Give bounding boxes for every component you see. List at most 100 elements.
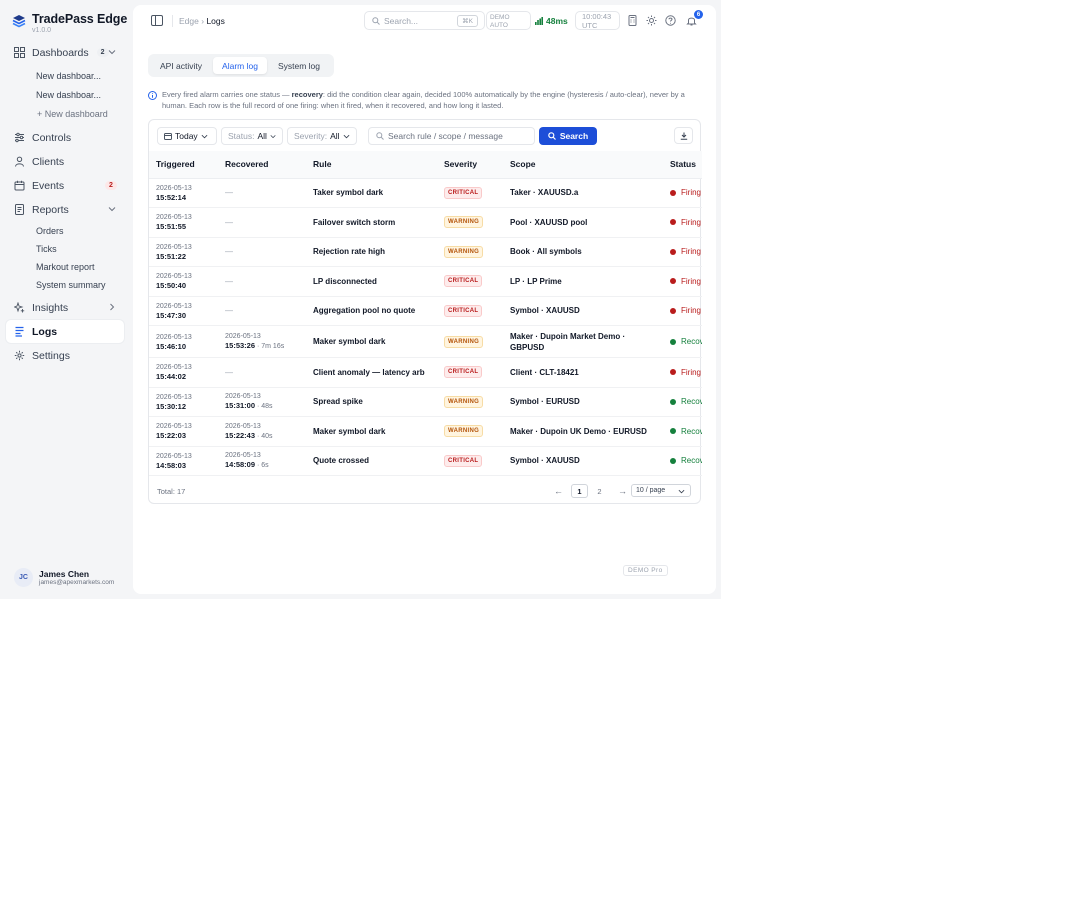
triggered-time: 15:52:14: [156, 192, 187, 202]
table-row[interactable]: 2026-05-13 15:47:30 — Aggregation pool no q…: [149, 296, 702, 326]
column-header[interactable]: Severity: [437, 151, 503, 179]
date-range-select[interactable]: Today: [157, 127, 217, 145]
triggered-date: 2026-05-13: [156, 364, 192, 372]
status-cell: Firing: [670, 247, 702, 256]
column-header[interactable]: Scope: [503, 151, 663, 179]
triggered-date: 2026-05-13: [156, 452, 192, 460]
triggered-time: 15:51:55: [156, 222, 187, 232]
dashboard-link[interactable]: New dashboar...: [36, 85, 124, 104]
triggered-time: 14:58:03: [156, 460, 187, 470]
recovered-cell: 2026-05-13 15:53:26 · 7m 16s: [225, 332, 306, 351]
mode-line-2: AUTO: [490, 21, 508, 29]
scope-text: Symbol · XAUUSD: [510, 456, 580, 466]
sidebar-item-reports[interactable]: Reports: [6, 198, 124, 221]
table-row[interactable]: 2026-05-13 15:51:55 — Failover switch storm…: [149, 207, 702, 238]
sidebar-item-insights[interactable]: Insights: [6, 296, 124, 319]
sidebar-item-logs[interactable]: Logs: [6, 320, 124, 343]
triggered-time: 15:44:02: [156, 372, 187, 382]
severity-filter-select[interactable]: Severity: All: [287, 127, 357, 145]
status-dot: [670, 307, 676, 314]
table-row[interactable]: 2026-05-13 15:52:14 — Taker symbol dark CRIT…: [149, 178, 702, 208]
report-link-ticks[interactable]: Ticks: [36, 240, 124, 258]
sun-icon[interactable]: [646, 15, 657, 26]
column-header[interactable]: Rule: [306, 151, 437, 179]
dashboard-link[interactable]: New dashboar...: [36, 66, 124, 85]
table-row[interactable]: 2026-05-13 15:44:02 — Client anomaly — late…: [149, 357, 702, 388]
global-search-input[interactable]: Search... ⌘K: [364, 11, 485, 30]
status-dot: [670, 457, 676, 464]
triggered-date: 2026-05-13: [156, 243, 192, 251]
tab-system-log[interactable]: System log: [269, 57, 329, 74]
calendar-icon: [164, 133, 172, 140]
triggered-time: 15:50:40: [156, 281, 187, 291]
log-search-input[interactable]: Search rule / scope / message: [368, 127, 535, 145]
recovered-time: 15:53:26: [225, 341, 256, 350]
status-cell: Firing: [670, 188, 702, 197]
recovered-date: 2026-05-13: [225, 393, 261, 401]
triggered-time: 15:22:03: [156, 431, 187, 441]
sidebar-item-settings[interactable]: Settings: [6, 344, 124, 367]
status-text: Recovered: [681, 456, 702, 466]
help-icon[interactable]: [665, 15, 676, 26]
sidebar-toggle-icon[interactable]: [151, 15, 163, 26]
column-header[interactable]: Triggered: [149, 151, 218, 179]
sidebar-item-events[interactable]: Events 2: [6, 174, 124, 197]
recovered-cell: 2026-05-13 15:31:00 · 48s: [225, 392, 306, 411]
rule-name: Client anomaly — latency arb: [313, 367, 425, 377]
recovered-time: 15:31:00: [225, 401, 256, 411]
table-row[interactable]: 2026-05-13 15:22:03 2026-05-13 15:22:43 · 4…: [149, 416, 702, 447]
next-page-button[interactable]: →: [618, 486, 627, 496]
sliders-icon: [15, 132, 24, 143]
recovered-empty: —: [225, 217, 233, 227]
recovered-duration: · 7m 16s: [255, 343, 285, 350]
user-profile[interactable]: JC James Chen james@apexmarkets.com: [14, 568, 114, 587]
prev-page-button[interactable]: ←: [554, 486, 563, 496]
page-1-button[interactable]: 1: [571, 484, 588, 498]
list-icon: [15, 326, 24, 337]
sidebar-item-controls[interactable]: Controls: [6, 126, 124, 149]
sidebar-item-clients[interactable]: Clients: [6, 150, 124, 173]
status-filter-select[interactable]: Status: All: [221, 127, 283, 145]
new-dashboard-link[interactable]: + New dashboard: [36, 104, 124, 123]
column-header[interactable]: Recovered: [218, 151, 306, 179]
recovered-duration: · 40s: [255, 432, 273, 440]
table-row[interactable]: 2026-05-13 15:50:40 — LP disconnected CRITIC…: [149, 266, 702, 297]
chevron-down-icon: [678, 489, 685, 494]
status-cell: Firing: [670, 277, 702, 286]
report-link-orders[interactable]: Orders: [36, 222, 124, 240]
status-cell: Firing: [670, 218, 702, 227]
events-count-badge: 2: [105, 181, 117, 190]
calculator-icon[interactable]: [627, 15, 638, 26]
status-dot: [670, 189, 676, 196]
tab-alarm-log[interactable]: Alarm log: [213, 57, 267, 74]
severity-badge: WARNING: [444, 216, 484, 229]
breadcrumb-parent[interactable]: Edge: [179, 16, 199, 26]
triggered-date: 2026-05-13: [156, 184, 192, 192]
search-button-label: Search: [559, 131, 589, 141]
column-header[interactable]: Status: [663, 151, 702, 179]
page-size-select[interactable]: 10 / page: [631, 484, 691, 497]
status-dot: [670, 369, 676, 376]
sidebar-item-dashboards[interactable]: Dashboards 2: [6, 41, 124, 64]
table-row[interactable]: 2026-05-13 14:58:03 2026-05-13 14:58:09 · 6…: [149, 446, 702, 476]
report-link-markout[interactable]: Markout report: [36, 258, 124, 276]
severity-badge: CRITICAL: [444, 304, 483, 317]
search-icon: [548, 132, 556, 140]
download-button[interactable]: [674, 127, 693, 144]
triggered-cell: 2026-05-13 15:22:03: [156, 422, 218, 440]
sidebar-item-label: Reports: [32, 203, 69, 216]
triggered-cell: 2026-05-13 15:51:55: [156, 213, 218, 231]
search-button[interactable]: Search: [539, 127, 597, 145]
table-row[interactable]: 2026-05-13 15:30:12 2026-05-13 15:31:00 · 4…: [149, 387, 702, 417]
status-text: Recovered: [681, 426, 702, 436]
table-row[interactable]: 2026-05-13 15:51:22 — Rejection rate high WA…: [149, 237, 702, 267]
scope-text: Client · CLT-18421: [510, 367, 579, 377]
triggered-date: 2026-05-13: [156, 393, 192, 401]
mode-badge[interactable]: DEMO AUTO: [486, 11, 531, 30]
tab-api-activity[interactable]: API activity: [151, 57, 211, 74]
triggered-cell: 2026-05-13 15:44:02: [156, 363, 218, 381]
report-link-system-summary[interactable]: System summary: [36, 276, 124, 294]
table-row[interactable]: 2026-05-13 15:46:10 2026-05-13 15:53:26 · 7…: [149, 325, 702, 358]
recovered-empty: —: [225, 367, 233, 377]
page-2-button[interactable]: 2: [591, 484, 608, 498]
